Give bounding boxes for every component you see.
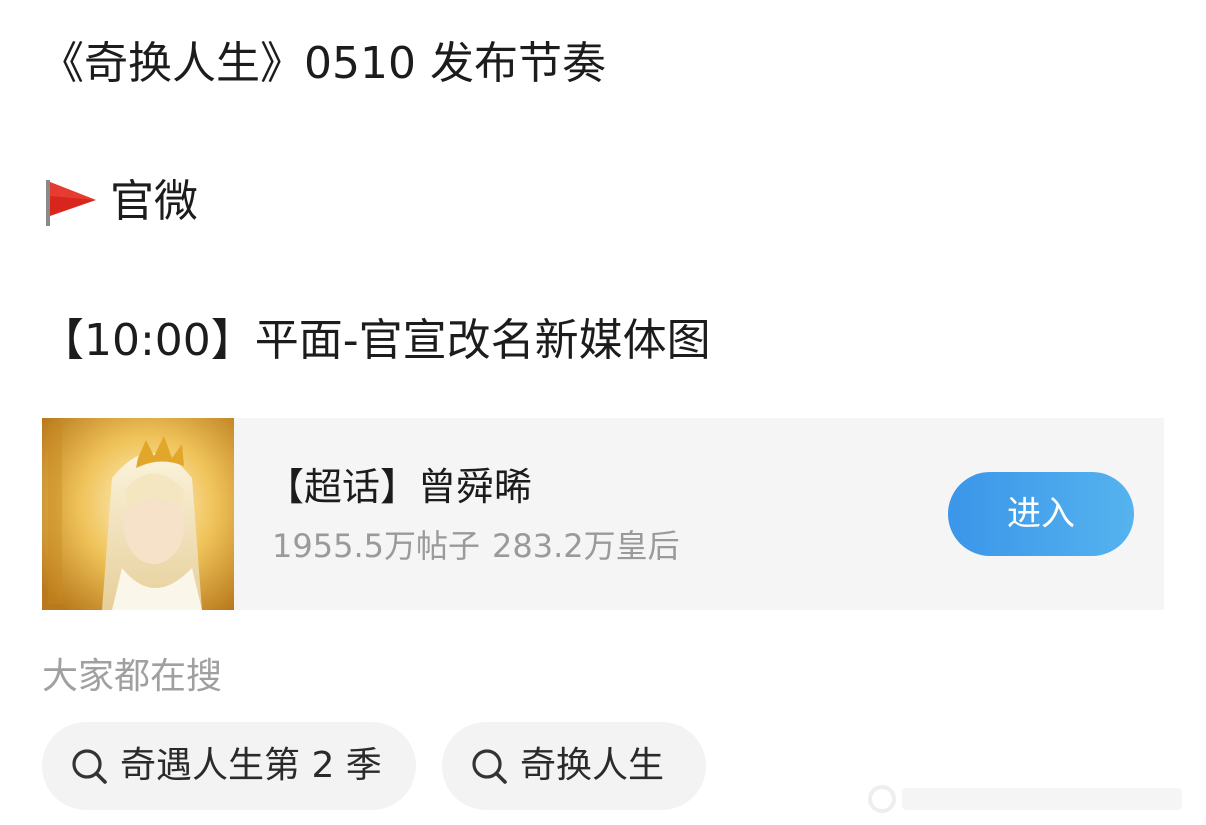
super-topic-card[interactable]: 【超话】曾舜晞 1955.5万帖子 283.2万皇后 进入 <box>42 418 1164 610</box>
posts-count: 1955.5万帖子 <box>272 527 480 565</box>
super-topic-stats: 1955.5万帖子 283.2万皇后 <box>272 524 680 568</box>
schedule-text: 【10:00】平面-官宣改名新媒体图 <box>40 315 711 366</box>
search-icon <box>68 745 110 787</box>
related-search-chip[interactable]: 奇遇人生第 2 季 <box>42 722 416 810</box>
related-search-text: 奇遇人生第 2 季 <box>120 745 382 786</box>
watermark-logo <box>862 778 1198 820</box>
related-search-chip[interactable]: 奇换人生 <box>442 722 706 810</box>
official-label: 官微 <box>110 176 198 227</box>
super-topic-name[interactable]: 【超话】曾舜晞 <box>266 462 532 512</box>
related-search-text: 奇换人生 <box>520 745 665 786</box>
followers-count: 283.2万皇后 <box>491 527 680 565</box>
enter-button[interactable]: 进入 <box>948 472 1134 556</box>
search-icon <box>468 745 510 787</box>
super-topic-cover-image[interactable] <box>42 418 234 610</box>
post-title: 《奇换人生》0510 发布节奏 <box>40 38 606 89</box>
related-searches-label: 大家都在搜 <box>42 656 223 697</box>
official-weibo-line: 官微 <box>40 174 198 230</box>
related-searches-list: 奇遇人生第 2 季 奇换人生 <box>42 722 706 810</box>
red-flag-icon <box>40 176 100 228</box>
